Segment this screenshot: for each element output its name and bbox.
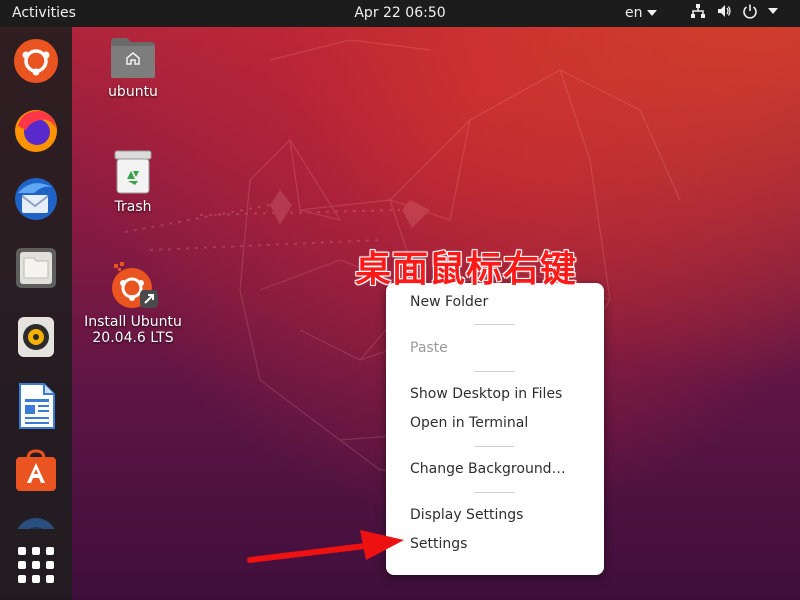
annotation-arrow xyxy=(247,530,404,563)
